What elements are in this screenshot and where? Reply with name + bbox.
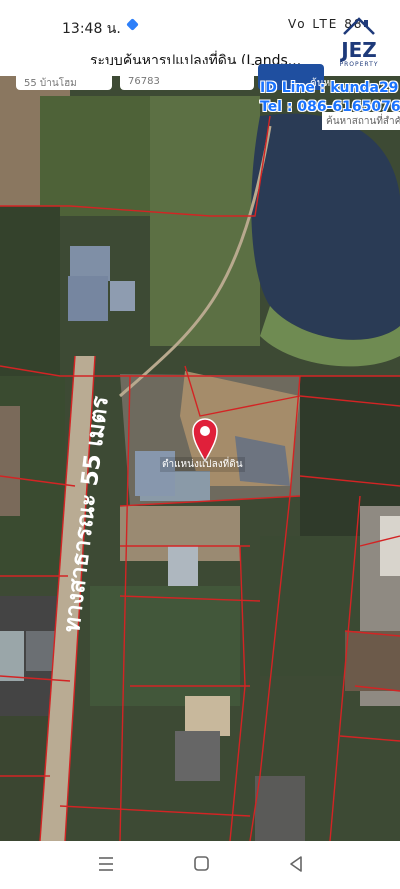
back-triangle-icon[interactable] [288, 855, 304, 873]
house-logo-icon [343, 17, 375, 35]
contact-line-id: ID Line : kunda29 [260, 80, 399, 96]
logo-text: JEZ [341, 38, 377, 62]
place-search-placeholder: ค้นหาสถานที่สำคั [326, 116, 400, 127]
notification-icon [126, 18, 139, 31]
contact-phone: Tel : 086-6165076 [260, 99, 400, 115]
status-time: 13:48 น. [62, 21, 121, 37]
pin-label: ตำแหน่งแปลงที่ดิน [160, 457, 245, 472]
recents-lines-icon[interactable] [98, 855, 114, 873]
home-square-icon[interactable] [194, 856, 209, 871]
brand-logo: JEZ PROPERTY [330, 16, 388, 68]
search-field-area[interactable]: 55 บ้านโฮม [16, 64, 112, 90]
search-field-area-value: 55 บ้านโฮม [24, 78, 77, 89]
location-pin-icon[interactable] [192, 418, 218, 462]
search-field-parcel[interactable]: 76783 [120, 64, 254, 90]
logo-subtext: PROPERTY [339, 61, 379, 68]
system-nav-bar [0, 841, 400, 889]
search-field-parcel-value: 76783 [128, 76, 160, 87]
